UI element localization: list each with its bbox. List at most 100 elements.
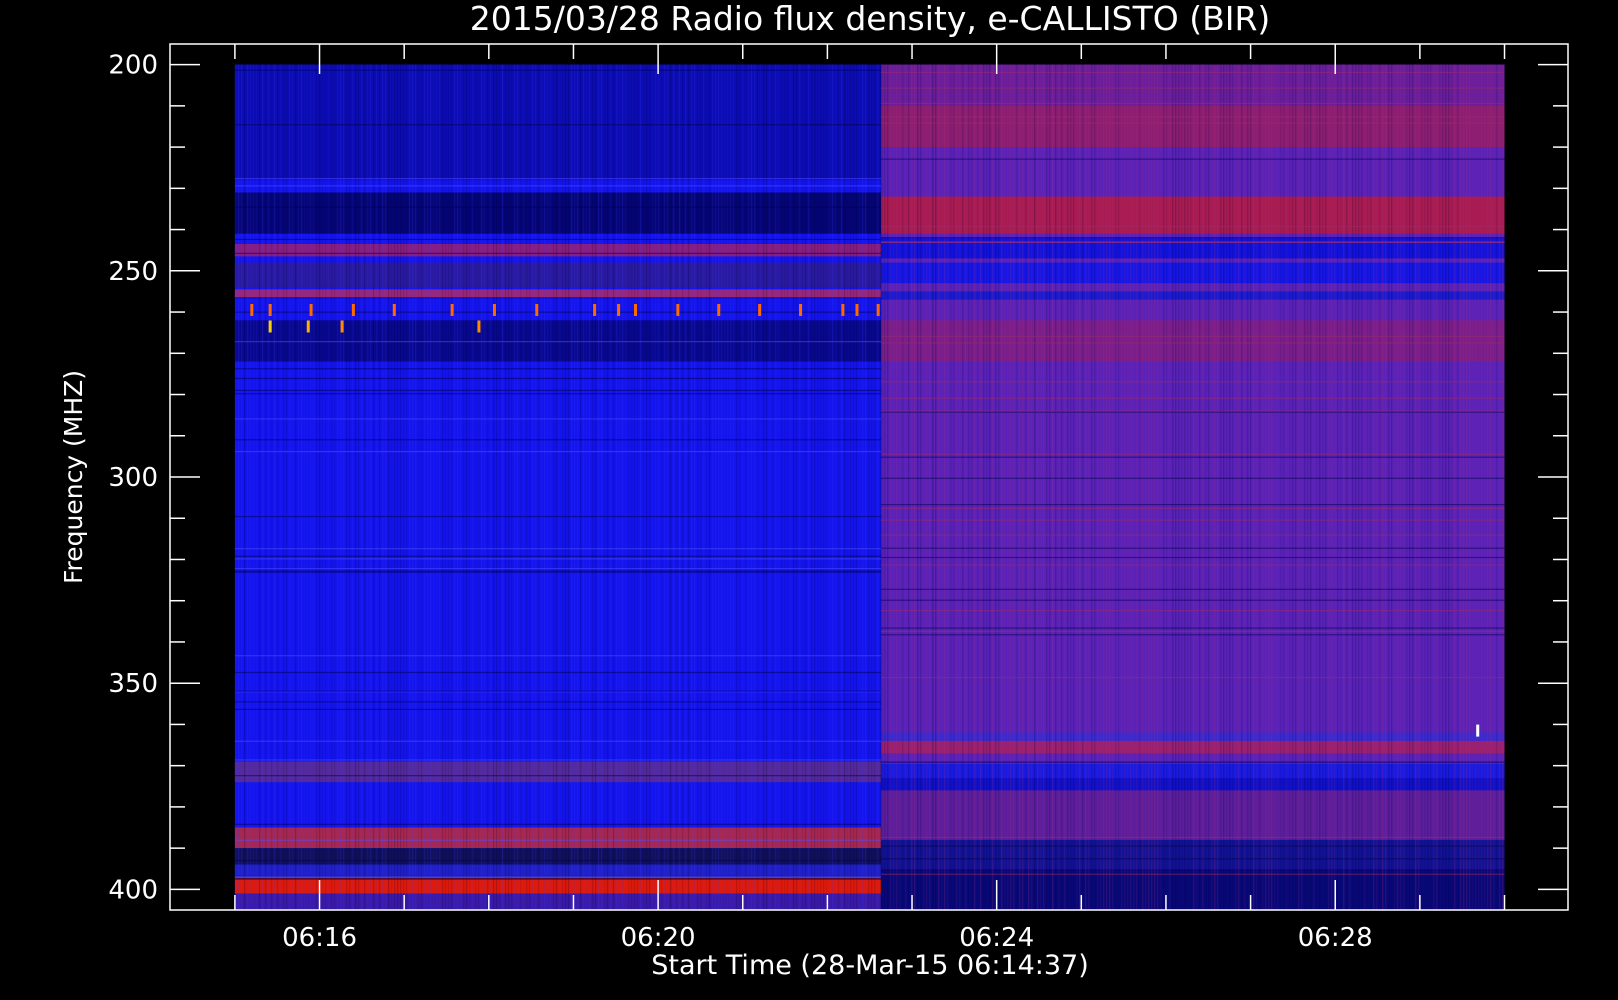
texture-line <box>880 102 1505 105</box>
texture-streak <box>699 64 702 911</box>
burst-mark <box>309 303 313 316</box>
texture-streak <box>489 64 492 911</box>
texture-streak <box>1240 64 1243 911</box>
texture-streak <box>1417 64 1420 911</box>
texture-streak <box>964 64 967 911</box>
texture-streak <box>886 64 889 911</box>
burst-mark <box>492 303 496 316</box>
texture-streak <box>411 64 414 911</box>
texture-streak <box>1114 64 1117 911</box>
texture-streak <box>1480 64 1483 911</box>
y-tick-label: 400 <box>108 875 158 905</box>
texture-streak <box>414 64 417 911</box>
texture-streak <box>1366 64 1369 911</box>
texture-line <box>234 124 881 126</box>
burst-mark <box>676 303 680 316</box>
burst-mark <box>593 303 597 316</box>
texture-streak <box>1369 64 1372 911</box>
texture-line <box>234 859 881 862</box>
texture-streak <box>483 64 486 911</box>
texture-streak <box>666 64 669 911</box>
texture-line <box>234 548 881 550</box>
texture-streak <box>429 64 432 911</box>
texture-line <box>234 823 881 825</box>
texture-streak <box>1012 64 1015 911</box>
texture-streak <box>1456 64 1459 911</box>
texture-streak <box>1270 64 1273 911</box>
texture-streak <box>1264 64 1267 911</box>
texture-streak <box>390 64 393 911</box>
texture-line <box>880 342 1505 344</box>
texture-streak <box>552 64 555 911</box>
texture-streak <box>831 64 834 911</box>
texture-streak <box>342 64 345 911</box>
texture-streak <box>1309 64 1312 911</box>
texture-streak <box>1315 64 1318 911</box>
texture-line <box>880 858 1505 860</box>
texture-streak <box>1276 64 1279 911</box>
texture-streak <box>1249 64 1252 911</box>
texture-streak <box>1243 64 1246 911</box>
texture-streak <box>1330 64 1333 911</box>
texture-streak <box>1168 64 1171 911</box>
texture-streak <box>1255 64 1258 911</box>
texture-streak <box>606 64 609 911</box>
texture-streak <box>642 64 645 911</box>
texture-streak <box>1435 64 1438 911</box>
texture-streak <box>916 64 919 911</box>
texture-streak <box>408 64 411 911</box>
texture-streak <box>1120 64 1123 911</box>
texture-streak <box>507 64 510 911</box>
texture-streak <box>1123 64 1126 911</box>
texture-streak <box>336 64 339 911</box>
texture-streak <box>958 64 961 911</box>
texture-streak <box>471 64 474 911</box>
texture-streak <box>1162 64 1165 911</box>
texture-streak <box>1213 64 1216 911</box>
texture-streak <box>883 64 886 911</box>
texture-streak <box>696 64 699 911</box>
texture-streak <box>663 64 666 911</box>
texture-streak <box>1006 64 1009 911</box>
texture-line <box>880 564 1505 566</box>
texture-streak <box>816 64 819 911</box>
texture-line <box>234 878 881 880</box>
texture-streak <box>1048 64 1051 911</box>
texture-streak <box>1333 64 1336 911</box>
texture-streak <box>982 64 985 911</box>
texture-streak <box>687 64 690 911</box>
texture-streak <box>732 64 735 911</box>
texture-streak <box>1252 64 1255 911</box>
spectrogram-image <box>234 64 1505 911</box>
texture-streak <box>1084 64 1087 911</box>
texture-streak <box>1078 64 1081 911</box>
texture-streak <box>309 64 312 911</box>
texture-streak <box>1354 64 1357 911</box>
texture-streak <box>333 64 336 911</box>
texture-streak <box>1174 64 1177 911</box>
texture-streak <box>852 64 855 911</box>
texture-streak <box>1042 64 1045 911</box>
texture-line <box>880 381 1505 383</box>
texture-streak <box>1339 64 1342 911</box>
texture-line <box>880 410 1505 412</box>
texture-streak <box>705 64 708 911</box>
texture-streak <box>870 64 873 911</box>
texture-streak <box>991 64 994 911</box>
texture-streak <box>1483 64 1486 911</box>
texture-streak <box>955 64 958 911</box>
texture-streak <box>1384 64 1387 911</box>
texture-streak <box>1423 64 1426 911</box>
texture-streak <box>907 64 910 911</box>
texture-streak <box>967 64 970 911</box>
texture-streak <box>768 64 771 911</box>
texture-streak <box>1231 64 1234 911</box>
texture-streak <box>603 64 606 911</box>
y-axis-label: Frequency (MHZ) <box>59 370 88 584</box>
texture-streak <box>1135 64 1138 911</box>
texture-streak <box>300 64 303 911</box>
texture-streak <box>934 64 937 911</box>
texture-streak <box>558 64 561 911</box>
texture-streak <box>1060 64 1063 911</box>
texture-streak <box>252 64 255 911</box>
